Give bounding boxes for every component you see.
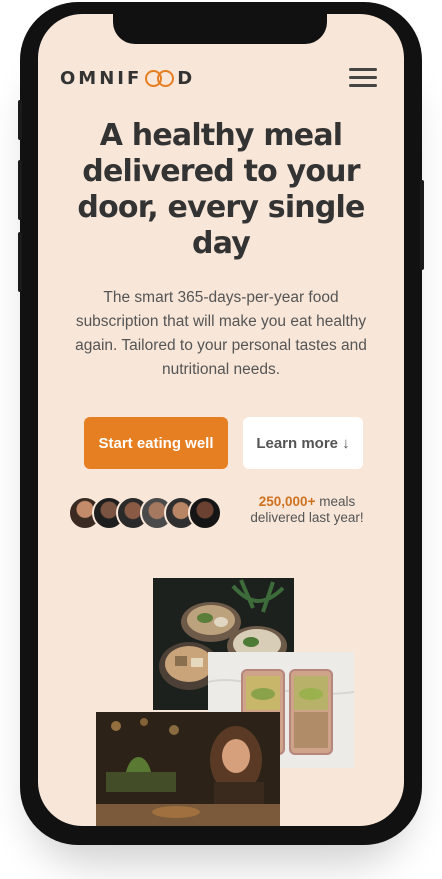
logo-text-left: OMNIF xyxy=(60,68,143,89)
site-header: OMNIF D xyxy=(38,48,404,102)
hamburger-menu-icon[interactable] xyxy=(349,68,377,88)
phone-side-button xyxy=(420,180,424,270)
meals-delivered-count: 250,000+ xyxy=(258,494,316,509)
meals-delivered-text: 250,000+ meals delivered last year! xyxy=(242,494,372,526)
hero-title: A healthy meal delivered to your door, e… xyxy=(77,118,365,261)
learn-more-button[interactable]: Learn more ↓ xyxy=(243,417,363,469)
logo-rings-icon xyxy=(145,70,175,87)
phone-side-button xyxy=(18,160,22,220)
start-eating-well-button[interactable]: Start eating well xyxy=(84,417,228,469)
logo-text-right: D xyxy=(177,68,196,89)
phone-screen: OMNIF D A healthy meal delivered to your… xyxy=(38,14,404,826)
phone-side-button xyxy=(18,232,22,292)
phone-notch xyxy=(113,14,327,44)
avatar xyxy=(188,496,222,530)
hero-photo-woman-eating xyxy=(96,712,280,826)
phone-side-button xyxy=(18,100,22,140)
hero-description: The smart 365-days-per-year food subscri… xyxy=(75,289,367,378)
omnifood-logo[interactable]: OMNIF D xyxy=(60,68,195,89)
